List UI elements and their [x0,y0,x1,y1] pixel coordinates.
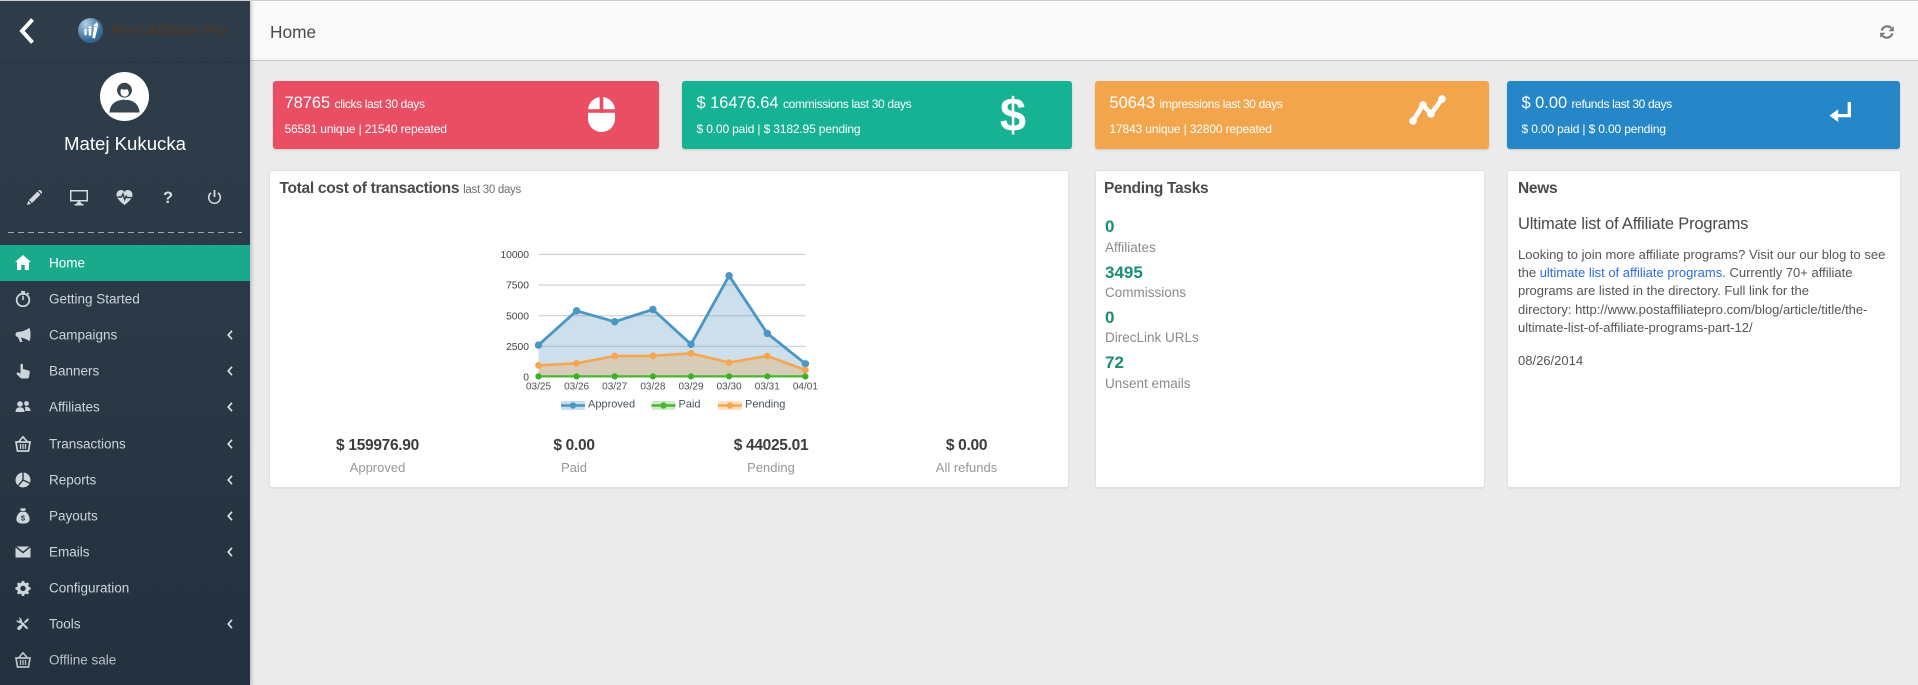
svg-text:04/01: 04/01 [793,382,818,393]
svg-text:03/28: 03/28 [640,382,665,393]
svg-text:7500: 7500 [506,281,529,292]
svg-text:Approved: Approved [588,399,635,411]
svg-text:03/27: 03/27 [602,382,627,393]
svg-text:03/26: 03/26 [564,382,589,393]
svg-text:03/29: 03/29 [678,382,703,393]
svg-text:Paid: Paid [679,399,701,411]
svg-text:Pending: Pending [745,399,785,411]
svg-text:5000: 5000 [506,311,529,322]
svg-text:10000: 10000 [500,250,529,261]
svg-text:03/31: 03/31 [755,382,780,393]
svg-text:03/30: 03/30 [717,382,742,393]
svg-text:2500: 2500 [506,342,529,353]
svg-text:03/25: 03/25 [526,382,551,393]
